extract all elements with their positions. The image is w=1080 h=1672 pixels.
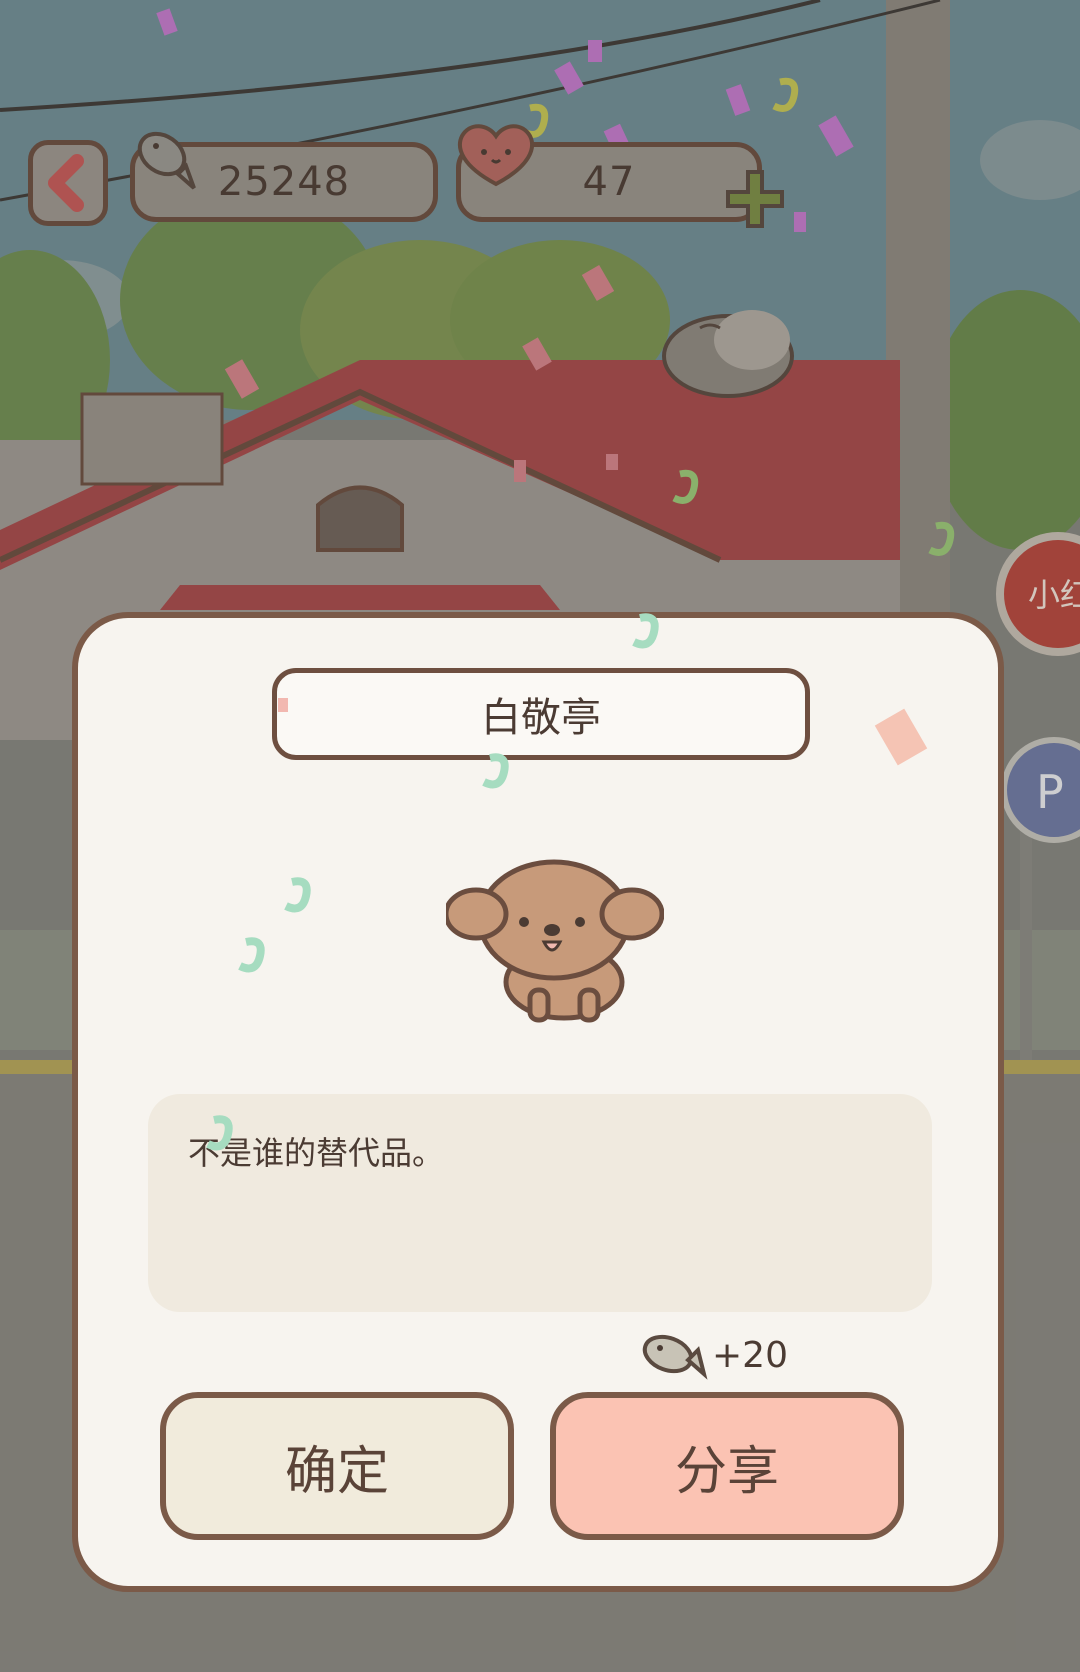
confirm-button-label: 确定	[284, 1441, 389, 1502]
reward-amount: +20	[712, 1334, 788, 1376]
reward-indicator: +20	[640, 1326, 788, 1384]
description-box: 不是谁的替代品。	[148, 1094, 932, 1312]
fish-icon	[642, 1334, 708, 1380]
dog-character	[446, 859, 664, 1023]
character-name: 白敬亭	[481, 695, 601, 741]
share-button[interactable]: 分享	[550, 1392, 904, 1540]
confirm-button[interactable]: 确定	[160, 1392, 514, 1540]
share-button-label: 分享	[674, 1441, 779, 1502]
description-text: 不是谁的替代品。	[188, 1134, 445, 1172]
character-name-box: 白敬亭	[272, 668, 810, 760]
